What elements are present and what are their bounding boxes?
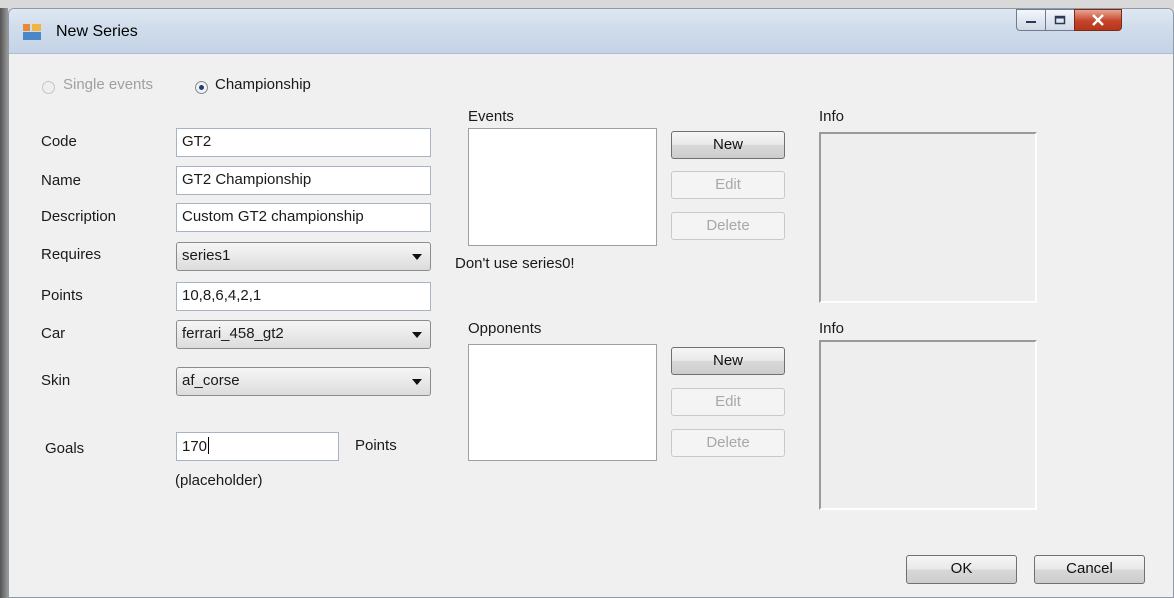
- description-input[interactable]: Custom GT2 championship: [176, 203, 431, 232]
- events-hint: Don't use series0!: [455, 255, 575, 272]
- opponents-list[interactable]: [468, 344, 657, 461]
- events-label: Events: [468, 108, 514, 125]
- description-label: Description: [41, 208, 117, 225]
- ok-button[interactable]: OK: [906, 555, 1017, 584]
- close-icon: [1092, 14, 1104, 26]
- car-value: ferrari_458_gt2: [182, 325, 284, 342]
- name-label: Name: [41, 172, 82, 189]
- events-info-panel: [819, 132, 1037, 303]
- goals-value: 170: [182, 438, 208, 455]
- app-icon: [23, 24, 41, 40]
- minimize-icon: [1026, 21, 1036, 23]
- opponents-info-panel: [819, 340, 1037, 510]
- code-input[interactable]: GT2: [176, 128, 431, 157]
- championship-radio[interactable]: [195, 81, 208, 94]
- goals-input[interactable]: 170: [176, 432, 339, 461]
- name-input[interactable]: GT2 Championship: [176, 166, 431, 195]
- opponents-label: Opponents: [468, 320, 542, 337]
- opponents-delete-button[interactable]: Delete: [671, 429, 785, 457]
- requires-label: Requires: [41, 246, 102, 263]
- cancel-button[interactable]: Cancel: [1034, 555, 1145, 584]
- car-select[interactable]: ferrari_458_gt2: [176, 320, 431, 349]
- skin-value: af_corse: [182, 372, 240, 389]
- events-delete-button[interactable]: Delete: [671, 212, 785, 240]
- single-events-radio[interactable]: [42, 81, 55, 94]
- title-bar[interactable]: New Series: [9, 9, 1173, 54]
- background-edge: [0, 8, 8, 598]
- window-title: New Series: [56, 23, 138, 40]
- minimize-button[interactable]: [1016, 9, 1046, 31]
- info-label-events: Info: [819, 108, 845, 125]
- goals-note: (placeholder): [175, 472, 263, 489]
- maximize-button[interactable]: [1045, 9, 1075, 31]
- points-input[interactable]: 10,8,6,4,2,1: [176, 282, 431, 311]
- events-edit-button[interactable]: Edit: [671, 171, 785, 199]
- opponents-new-button[interactable]: New: [671, 347, 785, 375]
- new-series-dialog: New Series Single events Championship Co…: [8, 8, 1174, 598]
- goals-label: Goals: [45, 440, 85, 457]
- requires-select[interactable]: series1: [176, 242, 431, 271]
- skin-label: Skin: [41, 372, 71, 389]
- skin-select[interactable]: af_corse: [176, 367, 431, 396]
- single-events-label: Single events: [63, 76, 154, 93]
- maximize-icon: [1054, 15, 1066, 25]
- events-new-button[interactable]: New: [671, 131, 785, 159]
- events-list[interactable]: [468, 128, 657, 246]
- chevron-down-icon: [412, 332, 422, 338]
- text-cursor: [208, 437, 210, 454]
- goals-unit-label: Points: [355, 437, 397, 454]
- chevron-down-icon: [412, 379, 422, 385]
- chevron-down-icon: [412, 254, 422, 260]
- close-button[interactable]: [1074, 9, 1122, 31]
- championship-label: Championship: [215, 76, 311, 93]
- code-label: Code: [41, 133, 77, 150]
- car-label: Car: [41, 325, 66, 342]
- points-label: Points: [41, 287, 83, 304]
- info-label-opponents: Info: [819, 320, 845, 337]
- requires-value: series1: [182, 247, 231, 264]
- opponents-edit-button[interactable]: Edit: [671, 388, 785, 416]
